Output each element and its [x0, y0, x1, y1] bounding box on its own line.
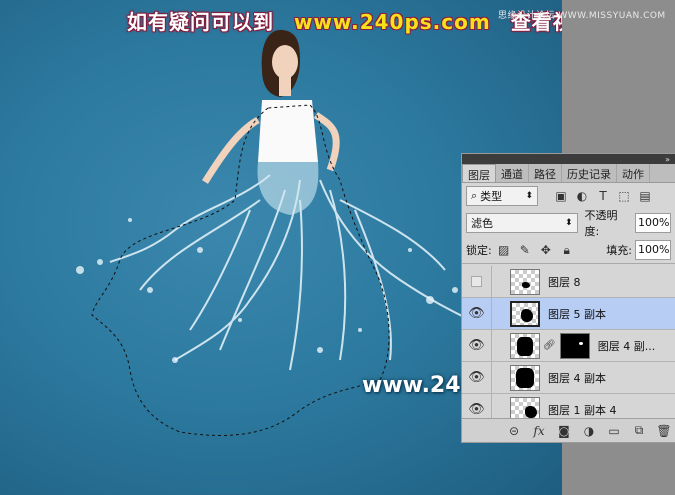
- image-filter-icon[interactable]: ▣: [552, 187, 570, 205]
- site-watermark: 思缘设计论坛 WWW.MISSYUAN.COM: [498, 11, 666, 21]
- layer-name[interactable]: 图层 4 副...: [598, 338, 655, 354]
- layer-row[interactable]: 👁︎ 🔗︎ 图层 4 副...: [462, 329, 675, 362]
- tab-layers[interactable]: 图层: [462, 164, 496, 182]
- collapse-icon[interactable]: »: [665, 155, 670, 164]
- blend-mode-label: 滤色: [471, 217, 493, 230]
- visibility-toggle[interactable]: 👁︎: [462, 297, 492, 330]
- eye-icon: 👁︎: [468, 338, 485, 353]
- layer-name[interactable]: 图层 5 副本: [548, 306, 606, 322]
- lock-label: 锁定:: [466, 244, 492, 257]
- new-group-icon[interactable]: ▭: [604, 422, 624, 440]
- lock-pixels-icon[interactable]: ✎: [516, 241, 534, 259]
- filter-kind-label: 类型: [480, 190, 503, 203]
- type-filter-icon[interactable]: T: [594, 187, 612, 205]
- dropdown-arrow-icon: ⬍: [564, 218, 573, 228]
- blend-mode-select[interactable]: 滤色 ⬍: [466, 213, 578, 233]
- blend-row: 滤色 ⬍ 不透明度: 100%: [462, 209, 675, 238]
- tab-paths[interactable]: 路径: [529, 164, 562, 182]
- layer-name[interactable]: 图层 4 副本: [548, 370, 606, 386]
- tab-actions[interactable]: 动作: [617, 164, 650, 182]
- layer-row[interactable]: 👁︎ 图层 5 副本: [462, 297, 675, 330]
- filter-kind-select[interactable]: ⌕ 类型 ⬍: [466, 186, 538, 206]
- mask-link-icon[interactable]: 🔗︎: [543, 340, 556, 351]
- layers-list: 图层 8 👁︎ 图层 5 副本 👁︎ 🔗︎ 图层 4 副... 👁︎ 图层 4 …: [462, 266, 675, 418]
- search-icon: ⌕: [471, 189, 478, 202]
- lock-position-icon[interactable]: ✥: [537, 241, 555, 259]
- layers-panel: » 图层 通道 路径 历史记录 动作 ⌕ 类型 ⬍ ▣ ◐ T ⬚ ▤ 滤色 ⬍…: [461, 153, 675, 443]
- panel-titlebar[interactable]: »: [462, 154, 675, 164]
- link-layers-icon[interactable]: ⊝: [504, 422, 524, 440]
- banner-url: www.240ps.com: [293, 10, 491, 34]
- visibility-toggle[interactable]: 👁︎: [462, 393, 492, 418]
- shape-filter-icon[interactable]: ⬚: [615, 187, 633, 205]
- layer-row[interactable]: 👁︎ 图层 4 副本: [462, 361, 675, 394]
- layer-name[interactable]: 图层 8: [548, 274, 581, 290]
- filter-row: ⌕ 类型 ⬍ ▣ ◐ T ⬚ ▤: [462, 183, 675, 209]
- eye-icon: 👁︎: [468, 370, 485, 385]
- add-mask-icon[interactable]: ◙: [554, 422, 574, 440]
- opacity-label: 不透明度:: [584, 209, 618, 238]
- lock-row: 锁定: ▨ ✎ ✥ 🔒︎ 填充: 100%: [462, 237, 675, 264]
- layer-thumbnail: [510, 268, 540, 295]
- layer-style-icon[interactable]: fx: [529, 422, 549, 440]
- banner-left-text: 如有疑问可以到: [127, 10, 274, 34]
- adjustment-layer-icon[interactable]: ◑: [579, 422, 599, 440]
- layer-row[interactable]: 图层 8: [462, 266, 675, 298]
- visibility-toggle[interactable]: 👁︎: [462, 329, 492, 362]
- layer-thumbnail: [510, 364, 540, 391]
- tutorial-banner: 如有疑问可以到 www.240ps.com 查看视频教程: [127, 6, 562, 35]
- layer-name[interactable]: 图层 1 副本 4: [548, 402, 617, 418]
- layer-row[interactable]: 👁︎ 图层 1 副本 4: [462, 393, 675, 418]
- visibility-toggle[interactable]: 👁︎: [462, 361, 492, 394]
- lock-transparency-icon[interactable]: ▨: [495, 241, 513, 259]
- layer-thumbnail: [510, 396, 540, 418]
- visibility-toggle[interactable]: [462, 266, 492, 298]
- panel-bottom-toolbar: ⊝ fx ◙ ◑ ▭ ⧉ 🗑︎: [462, 418, 675, 442]
- tab-history[interactable]: 历史记录: [562, 164, 617, 182]
- hidden-eye-icon: [471, 276, 482, 287]
- lock-all-icon[interactable]: 🔒︎: [558, 241, 576, 259]
- dropdown-arrow-icon: ⬍: [525, 191, 533, 201]
- layer-thumbnail: [510, 300, 540, 327]
- layer-thumbnail: [510, 332, 540, 359]
- smart-object-filter-icon[interactable]: ▤: [636, 187, 654, 205]
- eye-icon: 👁︎: [468, 306, 485, 321]
- opacity-input[interactable]: 100%: [635, 213, 671, 233]
- fill-input[interactable]: 100%: [635, 240, 671, 260]
- eye-icon: 👁︎: [468, 402, 485, 417]
- layer-mask-thumbnail[interactable]: [559, 332, 590, 359]
- delete-layer-icon[interactable]: 🗑︎: [654, 422, 674, 440]
- fill-label: 填充:: [606, 244, 632, 257]
- tab-channels[interactable]: 通道: [496, 164, 529, 182]
- new-layer-icon[interactable]: ⧉: [629, 422, 649, 440]
- panel-tabs: 图层 通道 路径 历史记录 动作: [462, 164, 675, 183]
- adjustment-filter-icon[interactable]: ◐: [573, 187, 591, 205]
